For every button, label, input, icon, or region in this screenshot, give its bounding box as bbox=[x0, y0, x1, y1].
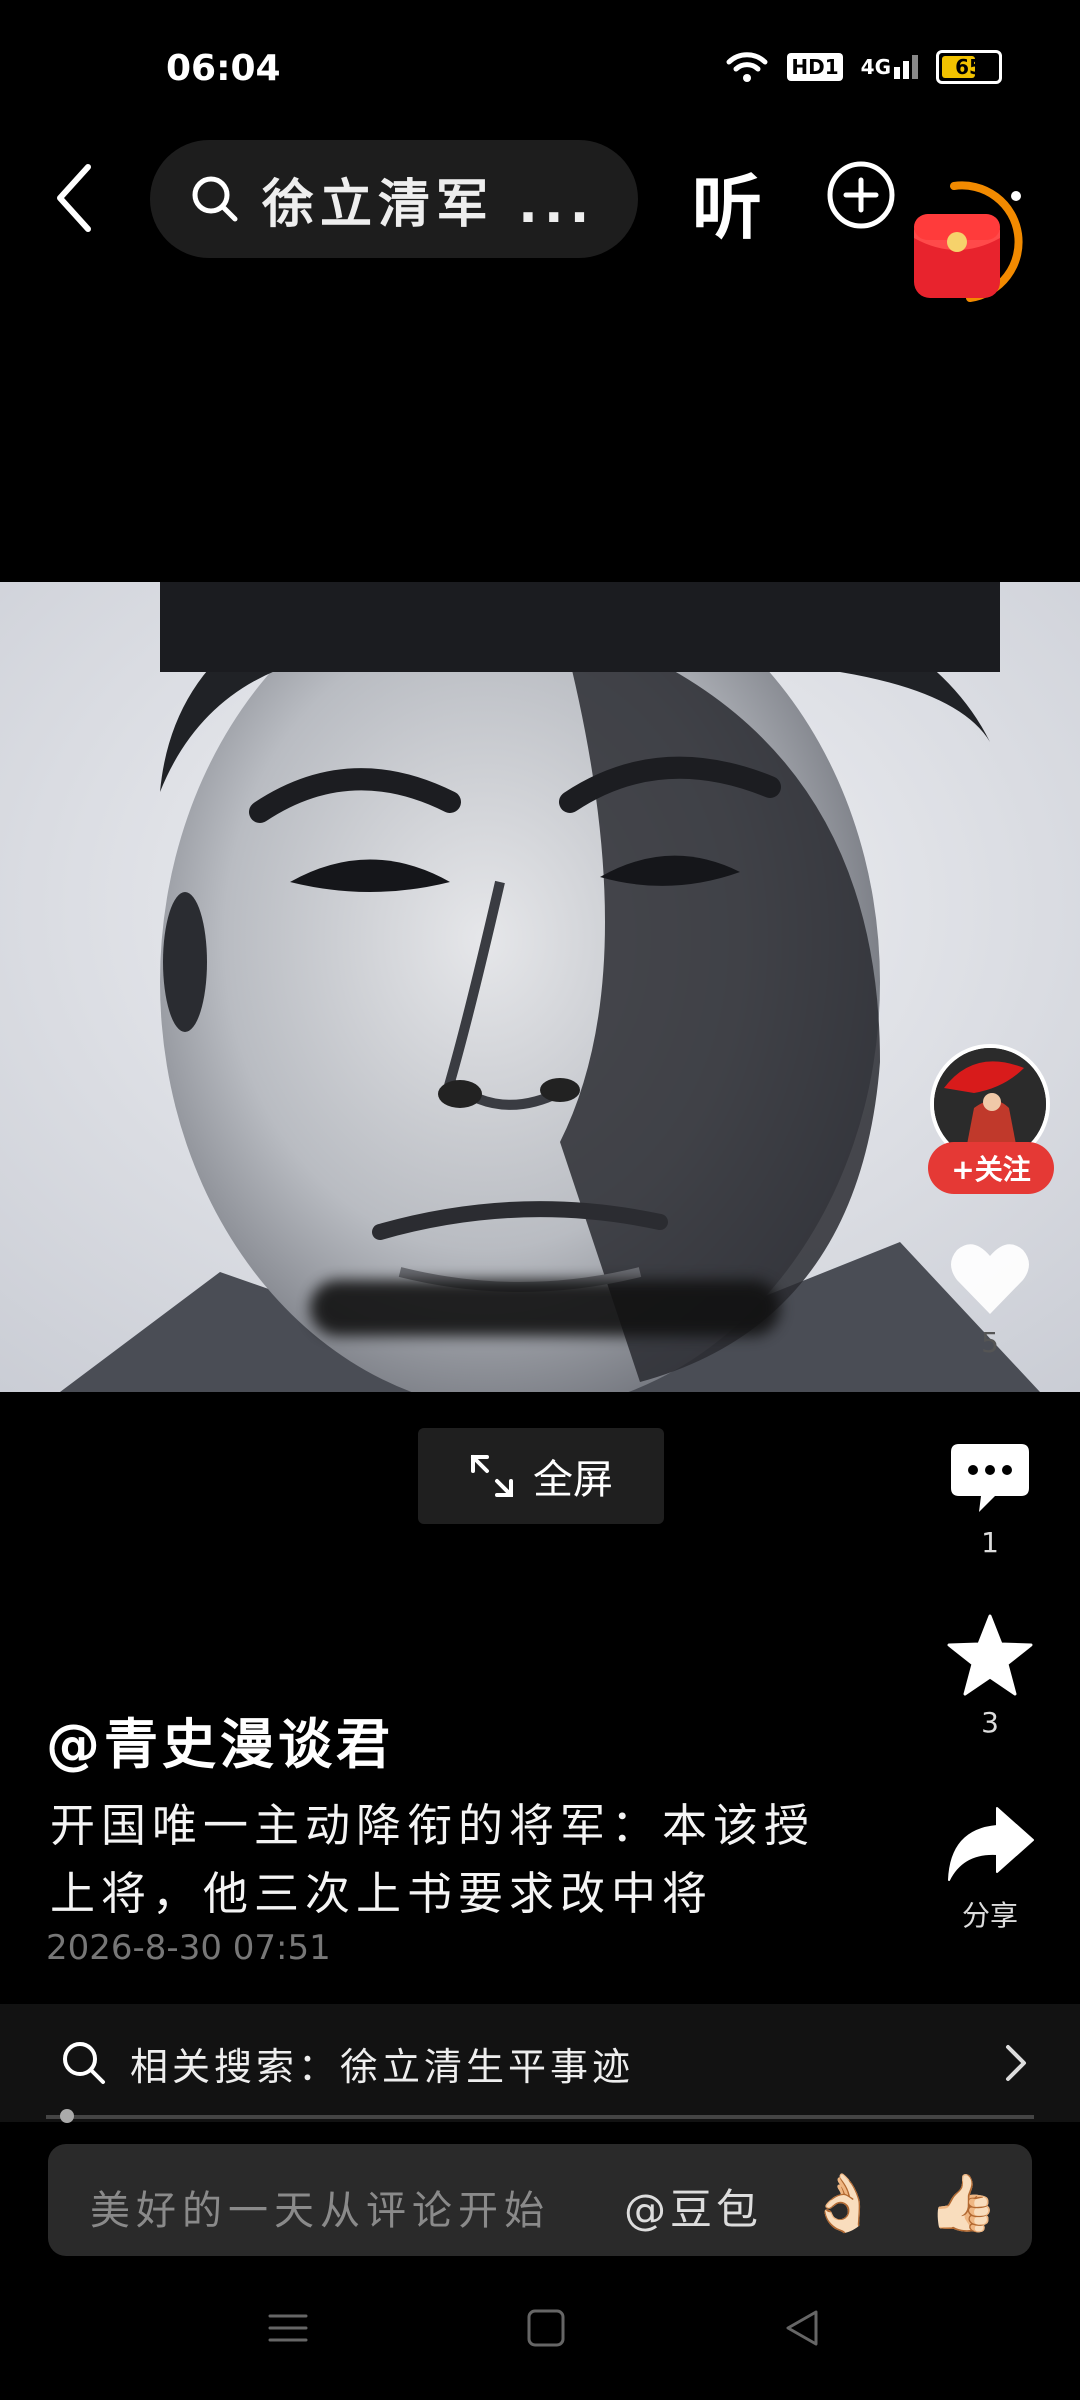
back-button[interactable] bbox=[44, 158, 104, 238]
favorite-count: 3 bbox=[981, 1706, 999, 1739]
red-envelope-reward[interactable] bbox=[900, 178, 1032, 310]
nav-back-button[interactable] bbox=[782, 2308, 822, 2352]
fullscreen-label: 全屏 bbox=[533, 1457, 613, 1503]
menu-icon bbox=[268, 2314, 308, 2342]
comment-icon bbox=[951, 1444, 1029, 1512]
listen-button[interactable]: 听 bbox=[692, 152, 762, 253]
video-title: 开国唯一主动降衔的将军：本该授上将，他三次上书要求改中将 bbox=[50, 1799, 816, 1920]
back-arrow-icon bbox=[57, 164, 91, 232]
like-action[interactable]: 5 bbox=[915, 1240, 1065, 1359]
home-square-icon bbox=[527, 2309, 565, 2347]
expand-icon bbox=[471, 1455, 513, 1497]
video-progress-handle[interactable] bbox=[60, 2109, 74, 2123]
add-button[interactable] bbox=[826, 160, 896, 230]
video-progress-track[interactable] bbox=[46, 2115, 1034, 2119]
related-search-text: 相关搜索：徐立清生平事迹 bbox=[130, 2044, 635, 2089]
hd-badge: HD1 bbox=[787, 53, 843, 81]
thumbs-up-emoji[interactable]: 👍🏻 bbox=[928, 2170, 998, 2236]
search-query: 徐立清军 ... bbox=[262, 174, 596, 235]
follow-button[interactable]: +关注 bbox=[928, 1142, 1054, 1194]
mention-doubao-button[interactable]: @豆包 bbox=[624, 2176, 762, 2237]
plus-circle-icon bbox=[827, 161, 895, 229]
red-envelope-icon bbox=[914, 181, 1023, 302]
heart-icon bbox=[951, 1244, 1029, 1314]
status-icons: HD1 4G 65 bbox=[725, 50, 1002, 84]
author-name[interactable]: @青史漫谈君 bbox=[46, 1700, 394, 1779]
favorite-action[interactable]: 3 bbox=[915, 1614, 1065, 1739]
video-subtitle-obscured bbox=[310, 1280, 780, 1336]
post-date: 2026-8-30 07:51 bbox=[46, 1928, 331, 1968]
star-icon bbox=[947, 1614, 1033, 1696]
related-search-bar[interactable]: 相关搜索：徐立清生平事迹 bbox=[0, 2004, 1080, 2122]
share-arrow-icon bbox=[948, 1807, 1034, 1881]
comment-action[interactable]: 1 bbox=[915, 1440, 1065, 1559]
back-triangle-icon bbox=[786, 2310, 818, 2346]
chevron-right-icon bbox=[1006, 2045, 1026, 2081]
nav-menu-button[interactable] bbox=[268, 2308, 308, 2352]
status-time: 06:04 bbox=[166, 48, 281, 89]
share-action[interactable]: 分享 bbox=[915, 1804, 1065, 1934]
like-count: 5 bbox=[981, 1326, 999, 1359]
signal-icon: 4G bbox=[861, 55, 918, 79]
wifi-icon bbox=[726, 52, 768, 82]
share-label: 分享 bbox=[961, 1899, 1018, 1932]
comment-placeholder[interactable]: 美好的一天从评论开始 bbox=[90, 2178, 550, 2236]
ok-hand-emoji[interactable]: 👌🏻 bbox=[808, 2170, 878, 2236]
battery-icon: 65 bbox=[936, 50, 1002, 84]
search-icon bbox=[192, 176, 238, 222]
comment-count: 1 bbox=[981, 1526, 999, 1559]
search-box[interactable]: 徐立清军 ... bbox=[150, 140, 638, 258]
nav-home-button[interactable] bbox=[526, 2308, 566, 2352]
search-icon bbox=[63, 2042, 105, 2084]
fullscreen-button[interactable]: 全屏 bbox=[418, 1428, 664, 1524]
